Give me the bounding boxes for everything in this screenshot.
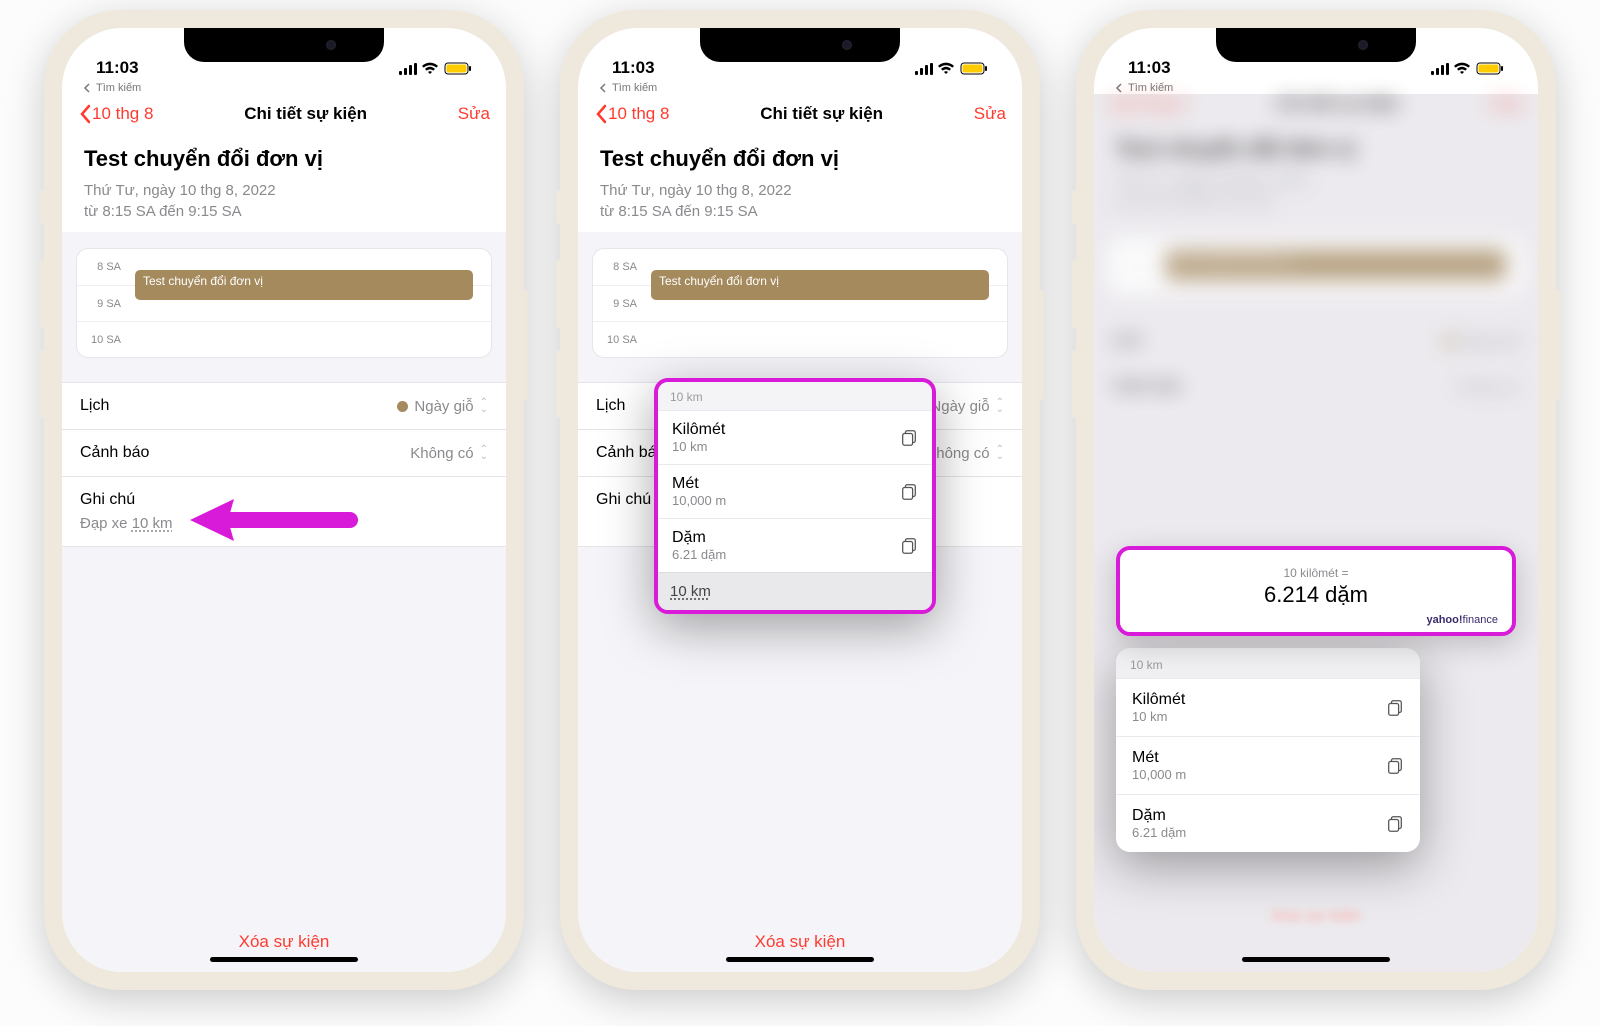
event-title: Test chuyển đổi đơn vị bbox=[600, 146, 1000, 172]
back-button[interactable]: 10 thg 8 bbox=[594, 104, 669, 124]
event-time: từ 8:15 SA đến 9:15 SA bbox=[84, 201, 484, 222]
alert-row[interactable]: Cảnh báo Không có⌃⌄ bbox=[62, 430, 506, 477]
event-date: Thứ Tư, ngày 10 thg 8, 2022 bbox=[600, 180, 1000, 201]
event-time: từ 8:15 SA đến 9:15 SA bbox=[600, 201, 1000, 222]
event-date: Thứ Tư, ngày 10 thg 8, 2022 bbox=[84, 180, 484, 201]
nav-bar: 10 thg 8 Chi tiết sự kiện Sửa bbox=[62, 94, 506, 132]
notch bbox=[184, 28, 384, 62]
notes-section: Ghi chú Đạp xe 10 km bbox=[62, 477, 506, 547]
unit-option-m[interactable]: Mét10,000 m bbox=[658, 464, 932, 518]
copy-icon[interactable] bbox=[900, 537, 918, 555]
popup-header: 10 km bbox=[1116, 648, 1420, 678]
copy-icon[interactable] bbox=[1386, 757, 1404, 775]
delete-event-button[interactable]: Xóa sự kiện bbox=[62, 912, 506, 972]
unit-text[interactable]: 10 km bbox=[132, 515, 173, 532]
result-value: 6.214 dặm bbox=[1134, 582, 1498, 608]
phone-frame-1: 11:03 Tìm kiếm 10 thg 8 Chi tiết sự kiện… bbox=[44, 10, 524, 990]
timeline-event-block[interactable]: Test chuyển đổi đơn vị bbox=[651, 270, 989, 300]
popup-header: 10 km bbox=[658, 382, 932, 410]
delete-event-button[interactable]: Xóa sự kiện bbox=[1094, 886, 1538, 946]
unit-option-km[interactable]: Kilômét10 km bbox=[1116, 678, 1420, 736]
page-title: Chi tiết sự kiện bbox=[244, 104, 367, 124]
timeline-card[interactable]: 8 SA 9 SA Test chuyển đổi đơn vị 10 SA bbox=[76, 248, 492, 358]
status-time: 11:03 bbox=[1128, 58, 1171, 78]
notes-value[interactable]: Đạp xe 10 km bbox=[80, 509, 488, 546]
annotation-arrow-icon bbox=[190, 493, 360, 547]
edit-button[interactable]: Sửa bbox=[974, 104, 1006, 124]
unit-option-mile[interactable]: Dặm6.21 dặm bbox=[658, 518, 932, 572]
phone-frame-2: 11:03 Tìm kiếm 10 thg 8 Chi tiết sự kiện… bbox=[560, 10, 1040, 990]
timeline-event-block[interactable]: Test chuyển đổi đơn vị bbox=[135, 270, 473, 300]
chevron-left-icon bbox=[78, 104, 92, 124]
breadcrumb-search[interactable]: Tìm kiếm bbox=[578, 80, 1022, 94]
status-icons bbox=[399, 58, 472, 78]
conversion-result-card[interactable]: 10 kilômét = 6.214 dặm yahoo!finance bbox=[1116, 546, 1516, 636]
result-source: yahoo!finance bbox=[1134, 614, 1498, 626]
breadcrumb-search[interactable]: Tìm kiếm bbox=[1094, 80, 1538, 94]
copy-icon[interactable] bbox=[1386, 699, 1404, 717]
edit-button[interactable]: Sửa bbox=[458, 104, 490, 124]
home-indicator[interactable] bbox=[726, 957, 874, 962]
event-header: Test chuyển đổi đơn vị Thứ Tư, ngày 10 t… bbox=[62, 132, 506, 232]
popup-tail: 10 km bbox=[658, 572, 932, 610]
unit-option-km[interactable]: Kilômét10 km bbox=[658, 410, 932, 464]
calendar-row[interactable]: Lịch Ngày giỗ⌃⌄ bbox=[62, 383, 506, 430]
timeline-card[interactable]: 8 SA 9 SA Test chuyển đổi đơn vị 10 SA bbox=[592, 248, 1008, 358]
notch bbox=[700, 28, 900, 62]
copy-icon[interactable] bbox=[1386, 815, 1404, 833]
notch bbox=[1216, 28, 1416, 62]
copy-icon[interactable] bbox=[900, 429, 918, 447]
event-title: Test chuyển đổi đơn vị bbox=[84, 146, 484, 172]
status-time: 11:03 bbox=[96, 58, 139, 78]
phone-frame-3: 11:03 Tìm kiếm 10 thg 8 Chi tiết sự kiện… bbox=[1076, 10, 1556, 990]
result-top: 10 kilômét = bbox=[1134, 566, 1498, 580]
page-title: Chi tiết sự kiện bbox=[760, 104, 883, 124]
back-button[interactable]: 10 thg 8 bbox=[78, 104, 153, 124]
chevron-left-icon bbox=[82, 83, 92, 93]
home-indicator[interactable] bbox=[210, 957, 358, 962]
copy-icon[interactable] bbox=[900, 483, 918, 501]
unit-conversion-popup: 10 km Kilômét10 km Mét10,000 m Dặm6.21 d… bbox=[1116, 648, 1420, 852]
unit-conversion-popup: 10 km Kilômét10 km Mét10,000 m Dặm6.21 d… bbox=[654, 378, 936, 614]
unit-option-m[interactable]: Mét10,000 m bbox=[1116, 736, 1420, 794]
status-time: 11:03 bbox=[612, 58, 655, 78]
calendar-dot-icon bbox=[397, 401, 408, 412]
updown-icon: ⌃⌄ bbox=[480, 399, 488, 413]
delete-event-button[interactable]: Xóa sự kiện bbox=[578, 912, 1022, 972]
home-indicator[interactable] bbox=[1242, 957, 1390, 962]
unit-option-mile[interactable]: Dặm6.21 dặm bbox=[1116, 794, 1420, 852]
breadcrumb-search[interactable]: Tìm kiếm bbox=[62, 80, 506, 94]
updown-icon: ⌃⌄ bbox=[480, 446, 488, 460]
